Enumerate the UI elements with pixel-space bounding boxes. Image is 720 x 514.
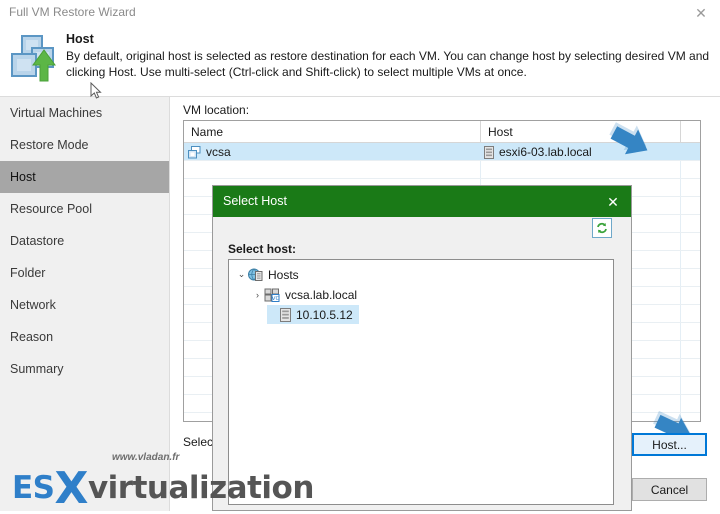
sidebar-item-label: Reason bbox=[10, 330, 54, 344]
sidebar-item-network[interactable]: Network bbox=[0, 289, 169, 321]
sidebar-item-resource-pool[interactable]: Resource Pool bbox=[0, 193, 169, 225]
sidebar-item-folder[interactable]: Folder bbox=[0, 257, 169, 289]
column-header-blank bbox=[680, 121, 700, 143]
tree-node-hosts[interactable]: ⌄ Hosts bbox=[235, 265, 299, 284]
table-row[interactable]: vcsa esxi6-03.lab.local bbox=[184, 143, 700, 161]
mouse-cursor bbox=[90, 81, 102, 100]
hosts-root-icon bbox=[248, 268, 263, 282]
tree-node-10-10-5-12[interactable]: 10.10.5.12 bbox=[267, 305, 359, 324]
select-host-label: Select host: bbox=[228, 242, 297, 256]
refresh-icon[interactable] bbox=[592, 218, 612, 238]
page-description: By default, original host is selected as… bbox=[66, 49, 710, 79]
chevron-right-icon[interactable]: › bbox=[251, 290, 264, 300]
sidebar-item-label: Summary bbox=[10, 362, 64, 376]
window-title: Full VM Restore Wizard bbox=[9, 5, 136, 19]
sidebar-item-virtual-machines[interactable]: Virtual Machines bbox=[0, 97, 169, 129]
close-icon[interactable]: ✕ bbox=[688, 2, 714, 24]
vm-name-text: vcsa bbox=[206, 145, 231, 159]
esxi-host-icon bbox=[280, 307, 291, 322]
tree-node-label: vcsa.lab.local bbox=[285, 287, 358, 302]
sidebar-item-label: Folder bbox=[10, 266, 46, 280]
window-titlebar: Full VM Restore Wizard ✕ bbox=[0, 0, 720, 26]
column-header-name[interactable]: Name bbox=[184, 121, 480, 143]
cell-vm-host: esxi6-03.lab.local bbox=[484, 143, 592, 161]
host-tree[interactable]: ⌄ Hosts › VC vcsa.lab.local 10.10.5.12 bbox=[228, 259, 614, 505]
sidebar-item-summary[interactable]: Summary bbox=[0, 353, 169, 385]
table-row[interactable] bbox=[184, 161, 700, 179]
vcenter-icon: VC bbox=[264, 288, 280, 302]
sidebar-item-label: Host bbox=[10, 170, 36, 184]
dialog-body: Select host: ⌄ Hosts › VC vcsa.lab.local… bbox=[213, 217, 631, 510]
wizard-sidebar: Virtual Machines Restore Mode Host Resou… bbox=[0, 97, 170, 511]
page-title: Host bbox=[66, 32, 94, 46]
select-host-dialog: Select Host ✕ Select host: ⌄ Hosts › VC … bbox=[212, 185, 632, 511]
tree-node-label: 10.10.5.12 bbox=[296, 307, 353, 322]
sidebar-item-label: Datastore bbox=[10, 234, 65, 248]
table-header: Name Host bbox=[184, 121, 700, 143]
sidebar-item-label: Virtual Machines bbox=[10, 106, 103, 120]
esxi-host-icon bbox=[484, 145, 494, 159]
sidebar-item-restore-mode[interactable]: Restore Mode bbox=[0, 129, 169, 161]
tree-node-label: Hosts bbox=[268, 267, 299, 282]
column-header-host[interactable]: Host bbox=[480, 121, 680, 143]
sidebar-item-label: Restore Mode bbox=[10, 138, 89, 152]
vm-restore-icon bbox=[8, 32, 60, 84]
tree-node-vcsa-lab-local[interactable]: › VC vcsa.lab.local bbox=[251, 285, 357, 304]
dialog-title: Select Host bbox=[223, 194, 287, 208]
sidebar-item-label: Network bbox=[10, 298, 56, 312]
sidebar-item-label: Resource Pool bbox=[10, 202, 92, 216]
sidebar-item-host[interactable]: Host bbox=[0, 161, 169, 193]
cancel-button[interactable]: Cancel bbox=[632, 478, 707, 501]
cell-vm-name: vcsa bbox=[188, 143, 231, 161]
host-button[interactable]: Host... bbox=[632, 433, 707, 456]
dialog-titlebar: Select Host ✕ bbox=[213, 186, 631, 217]
full-vm-restore-wizard-window: Full VM Restore Wizard ✕ Host By default… bbox=[0, 0, 720, 514]
sidebar-item-datastore[interactable]: Datastore bbox=[0, 225, 169, 257]
dialog-close-icon[interactable]: ✕ bbox=[599, 190, 627, 213]
vm-host-text: esxi6-03.lab.local bbox=[499, 145, 592, 159]
vm-location-label: VM location: bbox=[183, 103, 250, 117]
svg-text:VC: VC bbox=[272, 296, 280, 302]
sidebar-item-reason[interactable]: Reason bbox=[0, 321, 169, 353]
chevron-down-icon[interactable]: ⌄ bbox=[235, 269, 248, 280]
vm-icon bbox=[188, 145, 201, 159]
wizard-header: Host By default, original host is select… bbox=[0, 26, 720, 97]
